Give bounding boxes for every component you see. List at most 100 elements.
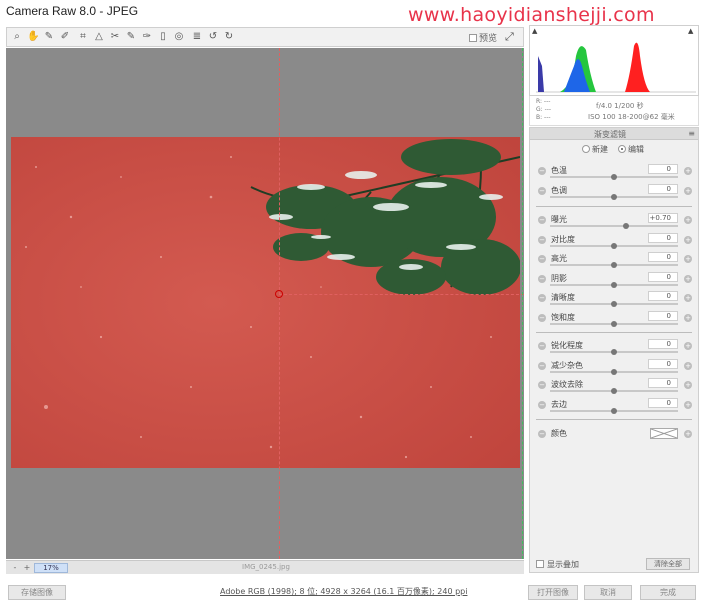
filter-guide-vertical[interactable]	[279, 48, 280, 559]
adjustment-brush-icon[interactable]: ✑	[141, 31, 153, 43]
panel-header: 渐变滤镜 ≡	[530, 128, 698, 140]
workflow-options-link[interactable]: Adobe RGB (1998); 8 位; 4928 x 3264 (16.1…	[220, 586, 467, 597]
mode-edit-label: 编辑	[628, 145, 644, 154]
increase-icon[interactable]: +	[684, 381, 692, 390]
decrease-icon[interactable]: −	[538, 294, 546, 303]
open-image-button[interactable]: 打开图像	[528, 585, 578, 600]
decrease-icon[interactable]: −	[538, 430, 546, 438]
decrease-icon[interactable]: −	[538, 361, 546, 370]
slider-handle[interactable]	[611, 321, 617, 327]
preferences-icon[interactable]: ≣	[191, 31, 203, 43]
graduated-filter-icon[interactable]: ▯	[157, 31, 169, 43]
preview-box[interactable]	[468, 34, 477, 42]
slider-handle[interactable]	[611, 193, 617, 200]
app-title: Camera Raw 8.0 - JPEG	[6, 4, 139, 18]
highlight-clip-icon[interactable]: ▲	[688, 28, 696, 35]
increase-icon[interactable]: +	[684, 274, 692, 283]
slider-track[interactable]	[550, 225, 678, 227]
rotate-cw-icon[interactable]: ↻	[223, 31, 235, 43]
slider-handle[interactable]	[611, 242, 617, 249]
crop-icon[interactable]: ⌗	[77, 31, 89, 43]
decrease-icon[interactable]: −	[538, 342, 546, 350]
increase-icon[interactable]: +	[684, 216, 692, 224]
zoom-in-button[interactable]: +	[22, 563, 32, 573]
slider-handle[interactable]	[611, 388, 617, 395]
increase-icon[interactable]: +	[684, 235, 692, 244]
slider-handle[interactable]	[611, 281, 617, 288]
preview-checkbox[interactable]: 预览	[468, 31, 497, 44]
decrease-icon[interactable]: −	[538, 400, 546, 409]
save-image-button[interactable]: 存储图像	[8, 585, 66, 600]
decrease-icon[interactable]: −	[538, 255, 546, 264]
slider-handle[interactable]	[611, 349, 617, 355]
slider-value-field[interactable]: 0	[648, 183, 678, 194]
image-canvas[interactable]	[6, 48, 524, 559]
increase-icon[interactable]: +	[684, 342, 692, 350]
spot-removal-icon[interactable]: ✂	[109, 31, 121, 43]
white-balance-icon[interactable]: ✎	[43, 31, 55, 43]
photo	[11, 137, 520, 468]
filter-pin[interactable]	[275, 290, 283, 298]
straighten-icon[interactable]: △	[93, 31, 105, 43]
slider-value-field[interactable]: 0	[648, 232, 678, 243]
slider-handle[interactable]	[611, 407, 617, 414]
slider-handle[interactable]	[622, 223, 629, 229]
filter-guide-horizontal[interactable]	[279, 294, 524, 295]
done-button[interactable]: 完成	[640, 585, 696, 600]
slider-value-field[interactable]: 0	[648, 252, 678, 263]
zoom-out-button[interactable]: -	[10, 563, 20, 573]
slider-value-field[interactable]: 0	[648, 397, 678, 408]
histogram-chart	[530, 26, 698, 95]
increase-icon[interactable]: +	[684, 430, 692, 438]
clear-all-button[interactable]: 清除全部	[646, 558, 690, 570]
mode-edit-radio[interactable]	[618, 145, 626, 153]
increase-icon[interactable]: +	[684, 361, 692, 370]
fullscreen-icon[interactable]: ⤢	[505, 30, 519, 44]
increase-icon[interactable]: +	[684, 400, 692, 409]
slider-handle[interactable]	[611, 174, 617, 180]
color-swatch-empty-icon	[650, 428, 678, 439]
red-eye-icon[interactable]: ✎	[125, 31, 137, 43]
histogram: ▲ ▲	[529, 25, 699, 96]
slider-value-field[interactable]: 0	[648, 339, 678, 349]
decrease-icon[interactable]: −	[538, 216, 546, 224]
decrease-icon[interactable]: −	[538, 186, 546, 195]
decrease-icon[interactable]: −	[538, 274, 546, 283]
show-overlay-checkbox[interactable]	[536, 560, 544, 568]
increase-icon[interactable]: +	[684, 167, 692, 175]
cancel-button[interactable]: 取消	[584, 585, 632, 600]
slider-value-field[interactable]: 0	[648, 271, 678, 282]
decrease-icon[interactable]: −	[538, 381, 546, 390]
zoom-level-field[interactable]: 17%	[34, 563, 68, 573]
slider-handle[interactable]	[611, 262, 617, 269]
slider-value-field[interactable]: +0.70	[648, 213, 678, 223]
radial-filter-icon[interactable]: ◎	[173, 31, 185, 43]
decrease-icon[interactable]: −	[538, 235, 546, 244]
hand-icon[interactable]: ✋	[27, 31, 39, 43]
increase-icon[interactable]: +	[684, 186, 692, 195]
slider-value-field[interactable]: 0	[648, 164, 678, 174]
color-swatch[interactable]	[650, 428, 678, 439]
decrease-icon[interactable]: −	[538, 314, 546, 322]
bottom-bar: 存储图像 Adobe RGB (1998); 8 位; 4928 x 3264 …	[0, 582, 705, 609]
increase-icon[interactable]: +	[684, 255, 692, 264]
increase-icon[interactable]: +	[684, 294, 692, 303]
overlay-row: 显示叠加 清除全部	[530, 557, 698, 573]
mode-new-radio[interactable]	[582, 145, 590, 153]
slider-value-field[interactable]: 0	[648, 358, 678, 369]
slider-value-field[interactable]: 0	[648, 378, 678, 389]
decrease-icon[interactable]: −	[538, 167, 546, 175]
slider-label: 清晰度	[551, 293, 575, 303]
slider-handle[interactable]	[611, 368, 617, 375]
rgb-b: B: ---	[536, 114, 551, 121]
rotate-ccw-icon[interactable]: ↺	[207, 31, 219, 43]
slider-handle[interactable]	[611, 301, 617, 308]
filter-guide-edge[interactable]	[522, 48, 523, 559]
color-sampler-icon[interactable]: ✐	[59, 31, 71, 43]
increase-icon[interactable]: +	[684, 314, 692, 322]
shadow-clip-icon[interactable]: ▲	[532, 28, 540, 35]
slider-value-field[interactable]: 0	[648, 311, 678, 321]
panel-menu-icon[interactable]: ≡	[688, 129, 695, 138]
zoom-icon[interactable]: ⌕	[11, 31, 23, 43]
slider-value-field[interactable]: 0	[648, 291, 678, 302]
